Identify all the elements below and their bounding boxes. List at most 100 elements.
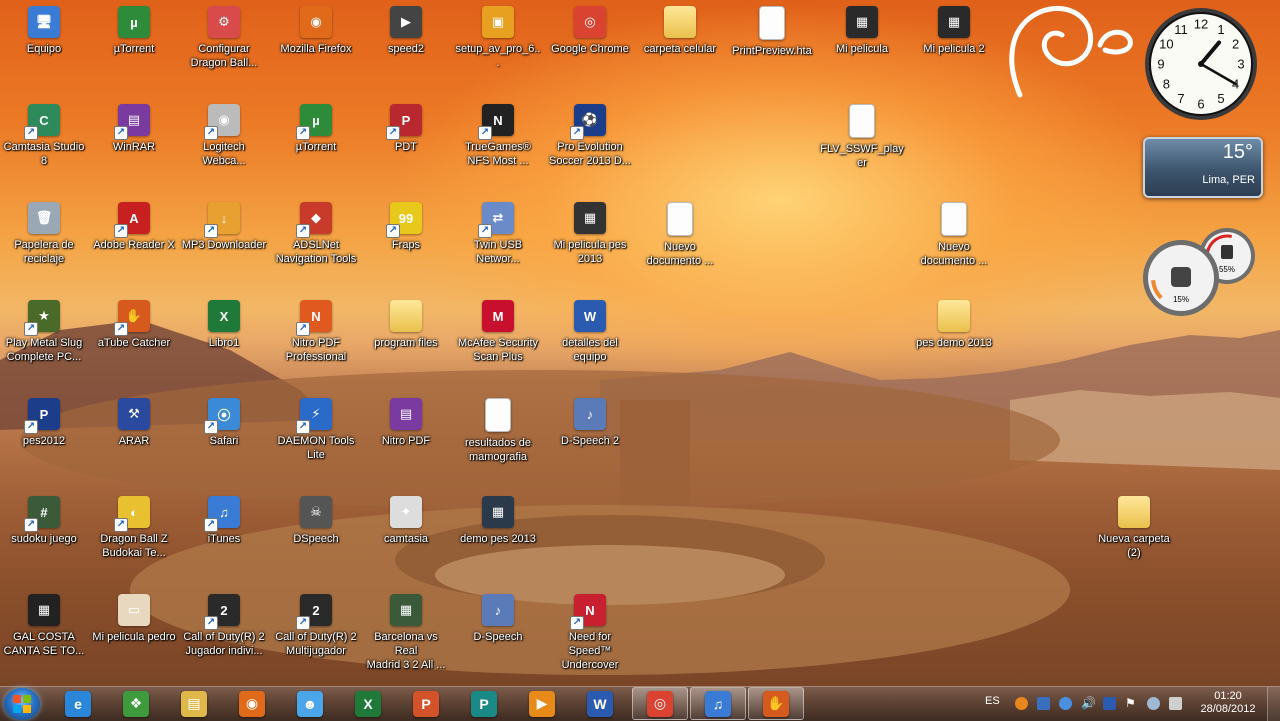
desktop-icon-firefox[interactable]: ◉ Mozilla Firefox (272, 6, 360, 56)
desktop-icon-nitro-pdf-pro[interactable]: NNitro PDF Professional (272, 300, 360, 364)
publisher-icon: P (471, 690, 497, 717)
desktop-icon-chrome[interactable]: ◎ Google Chrome (546, 6, 634, 56)
desktop-icon-sudoku[interactable]: #sudoku juego (0, 496, 88, 546)
desktop-icon-itunes[interactable]: ♫iTunes (180, 496, 268, 546)
desktop-icon-safari[interactable]: ⦿Safari (180, 398, 268, 448)
folder-icon (1118, 496, 1150, 528)
network-monitor-tray-icon[interactable] (1037, 697, 1050, 710)
taskbar-messenger[interactable]: ☻ (284, 687, 336, 720)
desktop-icon-dragonball-config[interactable]: ⚙ Configurar Dragon Ball... (180, 6, 268, 70)
desktop-icon-pdt[interactable]: PPDT (362, 104, 450, 154)
desktop-icon-mi-pelicula-pes[interactable]: ▦ Mi pelicula pes 2013 (546, 202, 634, 266)
mi-pelicula-icon: ▦ (846, 6, 878, 38)
desktop-icon-pes2012[interactable]: Ppes2012 (0, 398, 88, 448)
desktop-icon-camtasia[interactable]: ✦ camtasia (362, 496, 450, 546)
taskbar-media-center[interactable]: ❖ (110, 687, 162, 720)
taskbar-internet-explorer[interactable]: e (52, 687, 104, 720)
desktop-icon-libro1[interactable]: X Libro1 (180, 300, 268, 350)
desktop-icon-resultados-mamografia[interactable]: resultados de mamografia (454, 398, 542, 464)
desktop-icon-adslnet[interactable]: ◆ADSLNet Navigation Tools (272, 202, 360, 266)
taskbar-powerpoint[interactable]: P (400, 687, 452, 720)
desktop-icon-daemon-tools[interactable]: ⚡DAEMON Tools Lite (272, 398, 360, 462)
desktop-icon-gal-costa[interactable]: ▦ GAL COSTA CANTA SE TO... (0, 594, 88, 658)
desktop-icon-label: FLV_SSWF_player (820, 143, 904, 169)
clock-gadget[interactable]: 121234567891011 (1143, 6, 1259, 122)
taskbar-explorer[interactable]: ▤ (168, 687, 220, 720)
taskbar-chrome[interactable]: ◎ (632, 687, 688, 720)
memory-icon (1221, 245, 1233, 259)
desktop-icon-camtasia-studio[interactable]: CCamtasia Studio 8 (0, 104, 88, 168)
desktop-icon-adobe-reader[interactable]: AAdobe Reader X (90, 202, 178, 252)
desktop-icon-logitech-webcam[interactable]: ◉Logitech Webca... (180, 104, 268, 168)
weather-gadget[interactable]: 15° Lima, PER (1143, 137, 1263, 198)
desktop-icon-flv-swf-player[interactable]: FLV_SSWF_player (818, 104, 906, 170)
taskbar-atube-catcher[interactable]: ✋ (748, 687, 804, 720)
desktop-icon-arar[interactable]: ⚒ ARAR (90, 398, 178, 448)
desktop-icon-detalles-equipo[interactable]: Wdetalles del equipo (546, 300, 634, 364)
safari-icon: ⦿ (204, 398, 240, 434)
desktop-icon-setup-av-pro[interactable]: ▣ setup_av_pro_6... (454, 6, 542, 70)
desktop-icon-dragonball-budokai[interactable]: ◐Dragon Ball Z Budokai Te... (90, 496, 178, 560)
avast-tray-icon[interactable] (1015, 697, 1028, 710)
cpu-meter-gadget[interactable]: 55% 15% (1141, 228, 1261, 318)
desktop-icon-mcafee[interactable]: M McAfee Security Scan Plus (454, 300, 542, 364)
desktop-icon-pes-demo-2013[interactable]: pes demo 2013 (910, 300, 998, 350)
desktop-icon-recycle-bin[interactable]: 🗑 Papelera de reciclaje (0, 202, 88, 266)
taskbar-word[interactable]: W (574, 687, 626, 720)
desktop-icon-mi-pelicula-pedro[interactable]: ▭ Mi pelicula pedro (90, 594, 178, 644)
show-desktop-button[interactable] (1267, 687, 1280, 721)
desktop-icon-label: pes2012 (22, 435, 66, 447)
desktop-icon-metal-slug[interactable]: ★Play Metal Slug Complete PC... (0, 300, 88, 364)
desktop-icon-twin-usb[interactable]: ⇄Twin USB Networ... (454, 202, 542, 266)
taskbar-publisher[interactable]: P (458, 687, 510, 720)
volume-icon[interactable]: 🔊 (1081, 697, 1096, 710)
desktop-icon-fraps[interactable]: 99Fraps (362, 202, 450, 252)
word-tray-icon[interactable] (1103, 697, 1116, 710)
network-tray-icon[interactable] (1169, 697, 1182, 710)
taskbar-clock[interactable]: 01:20 28/08/2012 (1198, 690, 1258, 716)
desktop-icon-printpreview[interactable]: PrintPreview.hta (728, 6, 816, 58)
language-indicator[interactable]: ES (985, 695, 1000, 707)
desktop-icon-demo-pes-2013[interactable]: ▦ demo pes 2013 (454, 496, 542, 546)
desktop-icon-dspeech[interactable]: ☠ DSpeech (272, 496, 360, 546)
desktop-icon-speed2[interactable]: ▶ speed2 (362, 6, 450, 56)
action-center-flag-icon[interactable]: ⚑ (1125, 697, 1138, 710)
desktop-icon-mp3-downloader[interactable]: ↓MP3 Downloader (180, 202, 268, 252)
desktop-icon-utorrent[interactable]: µ µTorrent (90, 6, 178, 56)
desktop-icon-nfs-most-wanted[interactable]: NTrueGames® NFS Most ... (454, 104, 542, 168)
start-button[interactable] (4, 688, 40, 720)
itunes-tray-icon[interactable] (1059, 697, 1072, 710)
desktop-icon-atube-catcher[interactable]: ✋aTube Catcher (90, 300, 178, 350)
taskbar-itunes[interactable]: ♫ (690, 687, 746, 720)
desktop-icon-barcelona-vs-real[interactable]: ▦ Barcelona vs Real Madrid 3 2 All ... (362, 594, 450, 672)
desktop-icon-utorrent-2[interactable]: µµTorrent (272, 104, 360, 154)
excel-icon: X (355, 690, 381, 717)
desktop-icon-nuevo-documento-2[interactable]: Nuevo documento ... (910, 202, 998, 268)
desktop-icon-nueva-carpeta-2[interactable]: Nueva carpeta (2) (1090, 496, 1178, 560)
update-tray-icon[interactable] (1147, 697, 1160, 710)
desktop-icon-nuevo-documento-1[interactable]: Nuevo documento ... (636, 202, 724, 268)
logitech-webcam-icon: ◉ (204, 104, 240, 140)
taskbar-media-player[interactable]: ▶ (516, 687, 568, 720)
desktop-icon-label: carpeta celular (643, 43, 717, 55)
desktop-icon-pes-2013[interactable]: ⚽Pro Evolution Soccer 2013 D... (546, 104, 634, 168)
cpu-percent: 15% (1173, 295, 1189, 304)
desktop-icon-need-for-speed[interactable]: NNeed for Speed™ Undercover (546, 594, 634, 672)
desktop-icon-d-speech[interactable]: ♪ D-Speech (454, 594, 542, 644)
desktop-icon-label: D-Speech (473, 631, 523, 643)
computer-icon: 🖥 (28, 6, 60, 38)
desktop-icon-mi-pelicula[interactable]: ▦ Mi pelicula (818, 6, 906, 56)
taskbar-firefox[interactable]: ◉ (226, 687, 278, 720)
taskbar-excel[interactable]: X (342, 687, 394, 720)
desktop-icon-program-files[interactable]: program files (362, 300, 450, 350)
desktop-icon-call-of-duty-multi[interactable]: 2Call of Duty(R) 2 Multijugador (272, 594, 360, 658)
desktop-icon-d-speech-2[interactable]: ♪ D-Speech 2 (546, 398, 634, 448)
desktop-icon-mi-pelicula-2[interactable]: ▦ Mi pelicula 2 (910, 6, 998, 56)
desktop-icon-nitro-pdf[interactable]: ▤ Nitro PDF (362, 398, 450, 448)
pdt-icon: P (386, 104, 422, 140)
desktop-icon-winrar[interactable]: ▤WinRAR (90, 104, 178, 154)
desktop-icon-carpeta-celular[interactable]: carpeta celular (636, 6, 724, 56)
desktop-icon-call-of-duty-single[interactable]: 2Call of Duty(R) 2 Jugador indivi... (180, 594, 268, 658)
desktop-icon-computer[interactable]: 🖥 Equipo (0, 6, 88, 56)
clock-number: 12 (1194, 17, 1208, 32)
